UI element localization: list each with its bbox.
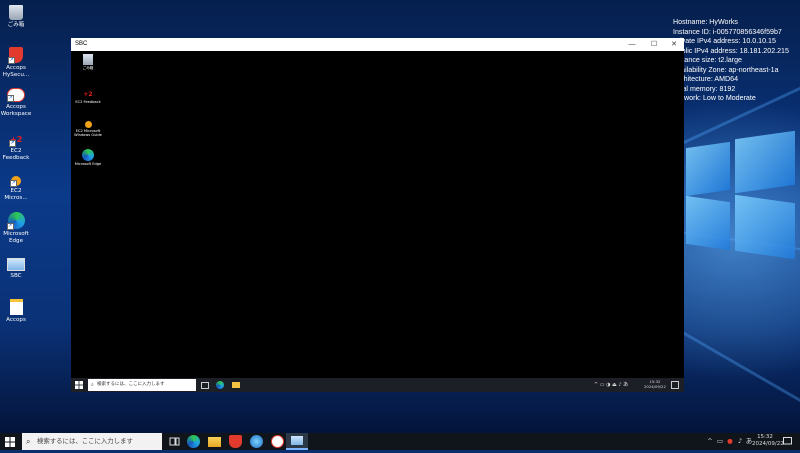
remote-desktop-area[interactable]: ごみ箱 +2 EC2 Feedback EC2 Microsoft Window… bbox=[71, 51, 684, 378]
search-icon: ⌕ bbox=[26, 437, 31, 446]
clock[interactable]: 15:32 2024/09/22 bbox=[752, 433, 784, 451]
desktop-icon-accops-workspace[interactable]: ↗ Accops Workspace bbox=[0, 88, 34, 118]
search-icon: ⌕ bbox=[91, 382, 94, 388]
remote-icon-label: Microsoft Edge bbox=[74, 162, 102, 166]
ec2-feedback-icon: +2 bbox=[83, 91, 93, 98]
bginfo-line: Network: Low to Moderate bbox=[673, 94, 756, 102]
remote-start-icon[interactable] bbox=[75, 381, 83, 389]
shortcut-arrow-icon: ↗ bbox=[8, 57, 15, 64]
remote-tray-icons: ^ ▭ ◑ ⏏ ♪ あ bbox=[594, 382, 629, 388]
task-view-icon[interactable] bbox=[168, 435, 181, 448]
desktop-icon-label: SBC bbox=[10, 273, 22, 279]
desktop-icon-label: Accops bbox=[6, 317, 26, 323]
desktop-icon-ec2-feedback[interactable]: +2 ↗ EC2 Feedback bbox=[0, 134, 34, 162]
remote-desktop-window[interactable]: SBC — ☐ ✕ ごみ箱 +2 EC2 Feedback EC2 Micros… bbox=[71, 38, 684, 392]
bginfo-line: Private IPv4 address: 10.0.10.15 bbox=[673, 37, 776, 45]
ec2-feedback-icon: +2 ↗ bbox=[9, 135, 23, 147]
window-title: SBC bbox=[75, 41, 88, 47]
file-explorer-icon[interactable] bbox=[208, 437, 221, 447]
bginfo-line: Availability Zone: ap-northeast-1a bbox=[673, 65, 779, 74]
task-view-icon[interactable] bbox=[201, 382, 209, 389]
accops-workspace-icon[interactable] bbox=[271, 435, 284, 448]
file-explorer-icon[interactable] bbox=[232, 382, 240, 388]
recycle-bin-icon bbox=[83, 54, 93, 65]
start-icon[interactable] bbox=[5, 437, 15, 447]
windows-logo-pane-tr bbox=[735, 130, 795, 194]
bginfo-line: Public IPv4 address: 18.181.202.215 bbox=[673, 46, 789, 55]
taskbar-search-placeholder: 検索するには、ここに入力します bbox=[37, 437, 133, 445]
document-icon bbox=[9, 299, 23, 315]
ec2-app-icon[interactable] bbox=[250, 435, 263, 448]
desktop-icon-label: Accops HySecu... bbox=[2, 65, 30, 78]
bginfo-line: Hostname: HyWorks bbox=[673, 18, 738, 26]
windows-logo-pane-tl bbox=[686, 141, 730, 197]
maximize-button[interactable]: ☐ bbox=[645, 38, 663, 51]
taskbar-date: 2024/09/22 bbox=[752, 441, 784, 447]
remote-icon-ec2-feedback[interactable]: +2 EC2 Feedback bbox=[72, 90, 104, 104]
desktop-icon-accops-hysecure[interactable]: ↗ Accops HySecu... bbox=[0, 47, 34, 79]
volume-icon[interactable]: ♪ bbox=[736, 433, 744, 450]
edge-icon: ↗ bbox=[6, 212, 25, 230]
remote-icon-label: ごみ箱 bbox=[82, 66, 94, 70]
remote-search-box[interactable]: ⌕ 検索するには、ここに入力します bbox=[88, 379, 196, 391]
desktop-icon-label: ごみ箱 bbox=[7, 22, 25, 28]
bginfo-line: Instance size: t2.large bbox=[673, 56, 743, 64]
shortcut-arrow-icon: ↗ bbox=[10, 180, 17, 187]
edge-icon[interactable] bbox=[216, 381, 224, 389]
desktop-icon-sbc[interactable]: SBC bbox=[0, 258, 34, 280]
remote-desktop-icon bbox=[7, 258, 25, 271]
desktop-icon-accops-folder[interactable]: Accops bbox=[0, 299, 34, 324]
accops-workspace-icon: ↗ bbox=[7, 88, 25, 102]
edge-icon bbox=[82, 149, 94, 161]
desktop-icon-ec2-microsoft-guide[interactable]: ↗ EC2 Micros... bbox=[0, 176, 34, 202]
remote-icon-label: EC2 Feedback bbox=[75, 100, 101, 104]
notification-icon[interactable] bbox=[782, 433, 792, 450]
ec2-guide-icon: ↗ bbox=[10, 176, 21, 187]
bginfo-line: Architecture: AMD64 bbox=[673, 75, 739, 83]
shortcut-arrow-icon: ↗ bbox=[9, 140, 16, 147]
desktop-icon-label: Accops Workspace bbox=[0, 104, 32, 117]
remote-icon-ec2-guide[interactable]: EC2 Microsoft Windows Guide bbox=[72, 121, 104, 138]
desktop-icon-label: EC2 Feedback bbox=[2, 148, 30, 161]
accops-hysecure-icon[interactable] bbox=[229, 435, 242, 448]
network-icon[interactable]: ▭ bbox=[716, 433, 724, 450]
remote-icon-microsoft-edge[interactable]: Microsoft Edge bbox=[72, 149, 104, 166]
accops-shield-icon: ↗ bbox=[8, 47, 23, 64]
remote-icon-recycle-bin[interactable]: ごみ箱 bbox=[72, 54, 104, 70]
edge-icon[interactable] bbox=[187, 435, 200, 448]
bginfo-line: Total memory: 8192 bbox=[673, 84, 736, 93]
taskbar-search-box[interactable]: ⌕ 検索するには、ここに入力します bbox=[22, 433, 162, 450]
shortcut-arrow-icon: ↗ bbox=[7, 95, 14, 102]
bginfo-panel: Hostname: HyWorks Instance ID: i-0057708… bbox=[673, 18, 789, 104]
remote-desktop-icon bbox=[291, 436, 303, 445]
taskbar: ⌕ 検索するには、ここに入力します ^ ▭ ● ♪ あ 15:32 2024/0… bbox=[0, 433, 800, 450]
windows-logo-pane-br bbox=[735, 194, 795, 260]
window-title-bar[interactable]: SBC — ☐ ✕ bbox=[71, 38, 684, 51]
recycle-bin-icon bbox=[9, 5, 23, 20]
desktop-icon-microsoft-edge[interactable]: ↗ Microsoft Edge bbox=[0, 212, 34, 245]
remote-search-placeholder: 検索するには、ここに入力します bbox=[97, 382, 165, 387]
remote-clock[interactable]: 15:32 2024/09/22 bbox=[644, 379, 666, 389]
desktop-icon-recycle-bin[interactable]: ごみ箱 bbox=[0, 5, 34, 29]
desktop-icon-label: EC2 Micros... bbox=[4, 188, 28, 201]
tray-chevron-icon[interactable]: ^ bbox=[706, 433, 714, 450]
shortcut-arrow-icon: ↗ bbox=[6, 223, 14, 230]
sbc-active-app[interactable] bbox=[286, 433, 308, 450]
close-button[interactable]: ✕ bbox=[665, 38, 683, 51]
desktop-icon-label: Microsoft Edge bbox=[3, 231, 29, 244]
taskbar-time: 15:32 bbox=[757, 434, 773, 440]
remote-taskbar: ⌕ 検索するには、ここに入力します ^ ▭ ◑ ⏏ ♪ あ 15:32 2024… bbox=[71, 378, 684, 392]
windows-logo-pane-bl bbox=[686, 195, 730, 251]
notification-icon[interactable] bbox=[671, 381, 679, 389]
bginfo-line: Instance ID: i-005770856346f59b7 bbox=[673, 27, 782, 36]
accops-tray-icon[interactable]: ● bbox=[726, 433, 734, 450]
ec2-guide-icon bbox=[84, 121, 92, 128]
remote-icon-label: EC2 Microsoft Windows Guide bbox=[74, 129, 102, 138]
remote-date: 2024/09/22 bbox=[644, 384, 666, 389]
minimize-button[interactable]: — bbox=[623, 38, 641, 51]
